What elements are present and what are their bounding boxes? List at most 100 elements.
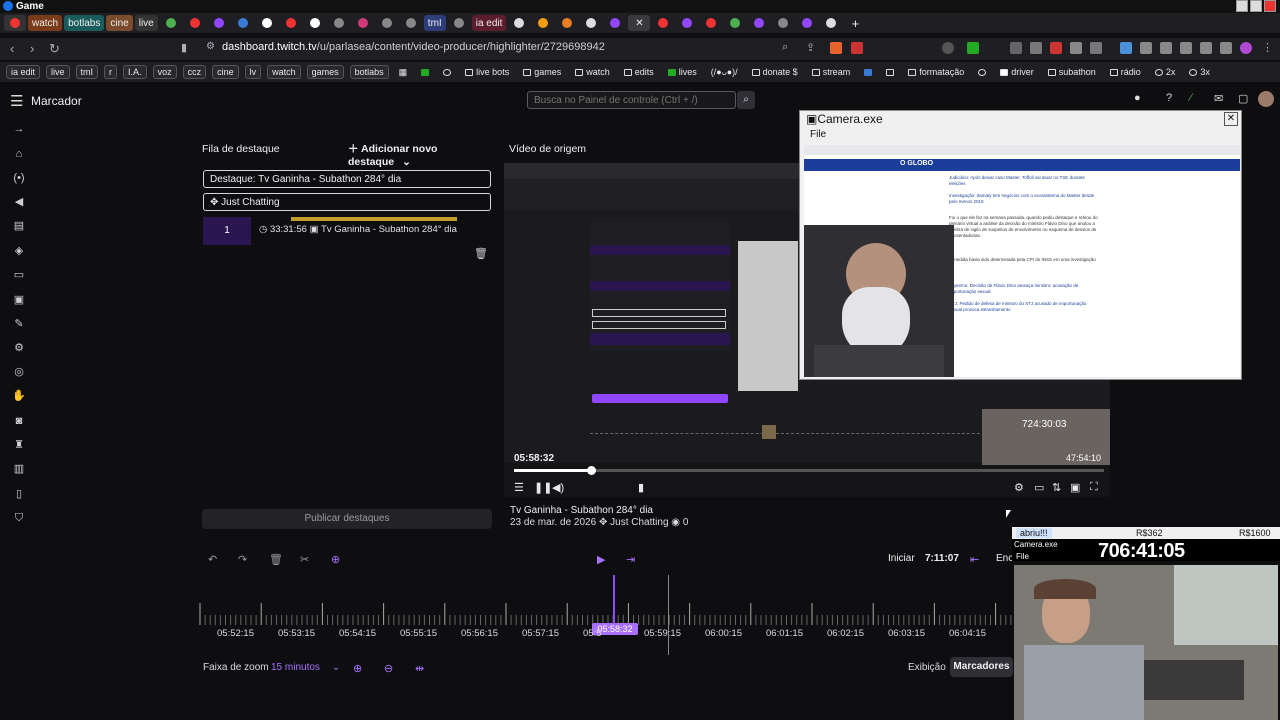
bookmark-icon-4[interactable] bbox=[882, 65, 898, 79]
tab-icon[interactable] bbox=[772, 15, 794, 31]
tab-icon[interactable] bbox=[232, 15, 254, 31]
theater-mode-icon[interactable]: ▭ bbox=[1034, 481, 1044, 494]
bookmark-ccz[interactable]: ccz bbox=[182, 65, 207, 79]
bookmark-games[interactable]: games bbox=[306, 65, 344, 79]
bookmark-emoticon[interactable]: (/●ᴗ●)/ bbox=[707, 65, 742, 79]
close-window-button[interactable] bbox=[1264, 0, 1276, 12]
brave-rewards-icon[interactable] bbox=[851, 42, 863, 54]
url-field[interactable]: dashboard.twitch.tv/u/parlasea/content/v… bbox=[222, 41, 605, 53]
help-icon[interactable]: ? bbox=[1166, 92, 1172, 104]
wand-icon[interactable]: ⁄ bbox=[1190, 92, 1192, 104]
download-icon[interactable] bbox=[1120, 42, 1132, 54]
extension-icon[interactable] bbox=[1050, 42, 1062, 54]
megaphone-icon[interactable]: ◀ bbox=[12, 195, 26, 209]
add-marker-icon[interactable]: ⊕ bbox=[331, 553, 340, 566]
safety-icon[interactable]: ◙ bbox=[12, 414, 26, 428]
extension-icon[interactable] bbox=[1010, 42, 1022, 54]
trash-icon[interactable]: 🗑 bbox=[474, 247, 488, 260]
tab-icon[interactable] bbox=[676, 15, 698, 31]
brave-shield-icon[interactable] bbox=[830, 42, 842, 54]
play-icon[interactable]: ▶ bbox=[597, 553, 605, 566]
camera-file-menu[interactable]: File bbox=[810, 129, 826, 140]
zoom-in-icon[interactable]: ⊕ bbox=[353, 662, 362, 675]
forward-arrow-icon[interactable]: › bbox=[30, 41, 34, 56]
bookmark-donate[interactable]: donate $ bbox=[748, 65, 802, 79]
minimize-button[interactable] bbox=[1236, 0, 1248, 12]
tab-icon[interactable] bbox=[280, 15, 302, 31]
bookmark-botlabs[interactable]: botlabs bbox=[349, 65, 389, 79]
video-seek-bar[interactable] bbox=[514, 466, 1104, 475]
tab-icon[interactable] bbox=[556, 15, 578, 31]
zoom-icon[interactable]: ⌕ bbox=[782, 41, 788, 54]
extension-icon[interactable] bbox=[942, 42, 954, 54]
highlight-title-field[interactable]: Destaque: Tv Ganinha - Subathon 284° dia bbox=[203, 170, 491, 188]
bookmark-lives[interactable]: lives bbox=[664, 65, 701, 79]
user-avatar[interactable] bbox=[1258, 91, 1274, 107]
book-icon[interactable]: ▯ bbox=[12, 487, 26, 501]
monetization-icon[interactable]: ▣ bbox=[12, 293, 26, 307]
tab-icon[interactable] bbox=[352, 15, 374, 31]
category-field[interactable]: ✥ Just Chatting bbox=[203, 193, 491, 211]
tab-cine[interactable]: cine bbox=[106, 15, 133, 31]
close-tab-icon[interactable]: ✕ bbox=[635, 18, 643, 29]
start-time[interactable]: 7:11:07 bbox=[925, 553, 959, 564]
tab-icon[interactable] bbox=[448, 15, 470, 31]
bookmark-3x[interactable]: 3x bbox=[1185, 65, 1214, 79]
bookmark-cine[interactable]: cine bbox=[212, 65, 239, 79]
bookmark-r[interactable]: r bbox=[104, 65, 118, 79]
bookmark-subathon[interactable]: subathon bbox=[1044, 65, 1100, 79]
bookmark-icon[interactable]: ▮ bbox=[181, 41, 187, 54]
tab-icon[interactable] bbox=[724, 15, 746, 31]
site-info-icon[interactable]: ⚙ bbox=[206, 41, 215, 52]
bookmark-watch-folder[interactable]: watch bbox=[571, 65, 614, 79]
bookmark-tml[interactable]: tmI bbox=[75, 65, 99, 79]
tab-icon[interactable] bbox=[328, 15, 350, 31]
fit-timeline-icon[interactable]: ⇹ bbox=[415, 662, 424, 675]
tab-botlabs[interactable]: botlabs bbox=[64, 15, 105, 31]
scissors-icon[interactable]: ✂ bbox=[300, 553, 309, 566]
apps-grid-icon[interactable]: ▦ bbox=[395, 65, 412, 79]
delete-segment-icon[interactable]: 🗑 bbox=[269, 553, 283, 566]
chat-icon[interactable]: ▢ bbox=[1238, 92, 1248, 105]
analytics-icon[interactable]: ▤ bbox=[12, 219, 26, 233]
brush-icon[interactable]: ✎ bbox=[12, 317, 26, 331]
extension-icon[interactable] bbox=[1070, 42, 1082, 54]
pip-icon[interactable]: ▣ bbox=[1070, 481, 1080, 494]
tab-icon[interactable] bbox=[184, 15, 206, 31]
mail-icon[interactable]: ✉ bbox=[1214, 92, 1223, 105]
home-icon[interactable]: ⌂ bbox=[12, 147, 26, 161]
bookmark-icon-1[interactable] bbox=[417, 65, 433, 79]
undo-icon[interactable]: ↶ bbox=[208, 553, 217, 566]
community-icon[interactable]: ◈ bbox=[12, 244, 26, 258]
volume-icon[interactable]: ◀) bbox=[552, 481, 564, 494]
zoom-out-icon[interactable]: ⊖ bbox=[384, 662, 393, 675]
chapters-icon[interactable]: ☰ bbox=[514, 481, 524, 494]
tab-icon[interactable] bbox=[700, 15, 722, 31]
camera-close-button[interactable]: ✕ bbox=[1224, 112, 1238, 126]
pause-icon[interactable]: ❚❚ bbox=[534, 481, 552, 494]
extension-icon[interactable] bbox=[1030, 42, 1042, 54]
tab-icon[interactable] bbox=[820, 15, 842, 31]
extension-icon[interactable] bbox=[1180, 42, 1192, 54]
extension-icon[interactable] bbox=[1220, 42, 1232, 54]
bookmark-radio[interactable]: rádio bbox=[1106, 65, 1145, 79]
shield-icon[interactable]: ⛉ bbox=[12, 511, 26, 525]
search-icon[interactable]: ⌕ bbox=[737, 91, 755, 109]
tab-watch[interactable]: watch bbox=[28, 15, 63, 31]
add-highlight-button[interactable]: ＋ Adicionar novo destaque ⌄ bbox=[348, 141, 495, 168]
trophy-icon[interactable]: ♜ bbox=[12, 438, 26, 452]
maximize-button[interactable] bbox=[1250, 0, 1262, 12]
jump-end-icon[interactable]: ⇥ bbox=[626, 553, 635, 566]
extension-icon[interactable] bbox=[1160, 42, 1172, 54]
zoom-range-select[interactable]: 15 minutos ⌄ bbox=[271, 662, 340, 673]
bookmark-edits[interactable]: edits bbox=[620, 65, 658, 79]
clip-icon[interactable]: ▮ bbox=[638, 481, 644, 494]
tab-icon[interactable] bbox=[160, 15, 182, 31]
creator-camp-icon[interactable]: ◎ bbox=[12, 365, 26, 379]
bookmark-games-folder[interactable]: games bbox=[519, 65, 565, 79]
fullscreen-icon[interactable]: ⛶ bbox=[1090, 481, 1098, 494]
new-tab-button[interactable]: + bbox=[844, 15, 866, 31]
back-arrow-icon[interactable]: ‹ bbox=[10, 41, 14, 56]
tab-favicon[interactable] bbox=[4, 15, 26, 31]
reload-icon[interactable]: ↻ bbox=[49, 41, 60, 57]
